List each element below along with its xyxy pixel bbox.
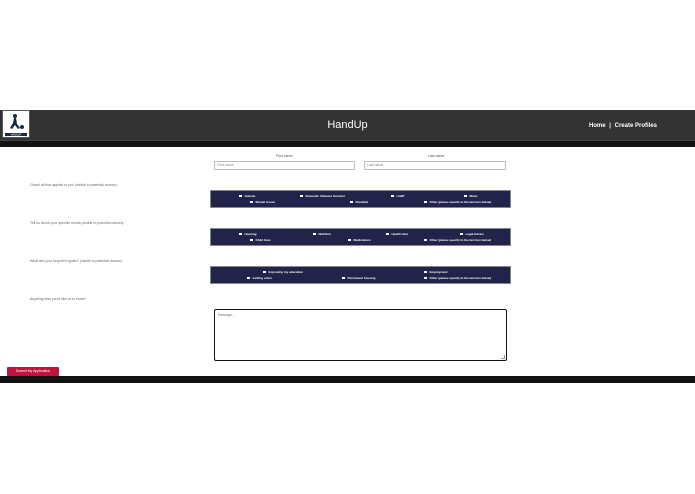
footer-band	[0, 376, 695, 383]
last-name-label: Last name	[428, 154, 445, 158]
needs-checkbox-panel: Housing Nutrition Health Care Legal Advi…	[210, 228, 511, 246]
app-frame: HANDUP HandUp Home | Create Profiles Fir…	[0, 110, 695, 383]
first-name-input[interactable]: First name	[214, 161, 355, 170]
checkbox-employment[interactable]: Employment	[424, 270, 448, 274]
checkbox-minor[interactable]: Minor	[464, 194, 478, 198]
message-placeholder: Message...	[218, 313, 236, 317]
submit-application-button[interactable]: Submit My Application	[7, 367, 59, 376]
checkbox-other-needs[interactable]: Other (please specify in the last box be…	[424, 238, 492, 242]
checkbox-permanent-housing[interactable]: Permanent housing	[342, 276, 376, 280]
goals-question: What are your long term goals? (visible …	[30, 259, 123, 263]
checkbox-medications[interactable]: Medications	[348, 238, 371, 242]
svg-text:HANDUP: HANDUP	[11, 134, 22, 137]
nav-separator: |	[609, 123, 611, 129]
checkbox-legal-advice[interactable]: Legal Advice	[460, 232, 484, 236]
last-name-input[interactable]: Last name	[364, 161, 506, 170]
top-navbar: HANDUP HandUp Home | Create Profiles	[0, 110, 695, 141]
checkbox-mental-issues[interactable]: Mental Issues	[250, 200, 276, 204]
checkbox-getting-sober[interactable]: Getting sober	[247, 276, 273, 280]
checkbox-child-care[interactable]: Child Care	[250, 238, 271, 242]
nav-home-link[interactable]: Home	[589, 123, 606, 129]
goals-checkbox-panel: Improving my education Employment Gettin…	[210, 266, 511, 284]
checkbox-improving-education[interactable]: Improving my education	[263, 270, 304, 274]
anything-else-question: Anything else you'd like us to know?	[30, 297, 87, 301]
top-nav: Home | Create Profiles	[589, 123, 657, 129]
checkbox-domestic-violence-survivor[interactable]: Domestic Violence Survivor	[300, 194, 346, 198]
applies-checkbox-panel: Veteran Domestic Violence Survivor LGBT …	[210, 190, 511, 208]
checkbox-other-goals[interactable]: Other (please specify in the last box be…	[424, 276, 492, 280]
checkbox-lgbt[interactable]: LGBT	[391, 194, 405, 198]
checkbox-housing[interactable]: Housing	[239, 232, 257, 236]
checkbox-disabled[interactable]: Disabled	[350, 200, 369, 204]
nav-create-profiles-link[interactable]: Create Profiles	[615, 123, 657, 129]
resize-grip-icon[interactable]	[501, 355, 505, 359]
needs-question: Tell us about your specific needs (visib…	[30, 221, 125, 225]
checkbox-veteran[interactable]: Veteran	[239, 194, 256, 198]
application-form: First name First name Last name Last nam…	[6, 147, 695, 376]
checkbox-other-applies[interactable]: Other (please specify in the last box be…	[424, 200, 492, 204]
checkbox-health-care[interactable]: Health Care	[386, 232, 409, 236]
message-textarea[interactable]: Message...	[214, 309, 507, 361]
first-name-label: First name	[276, 154, 293, 158]
checkbox-nutrition[interactable]: Nutrition	[313, 232, 332, 236]
applies-question: Check all that applies to you (visible t…	[30, 183, 118, 187]
